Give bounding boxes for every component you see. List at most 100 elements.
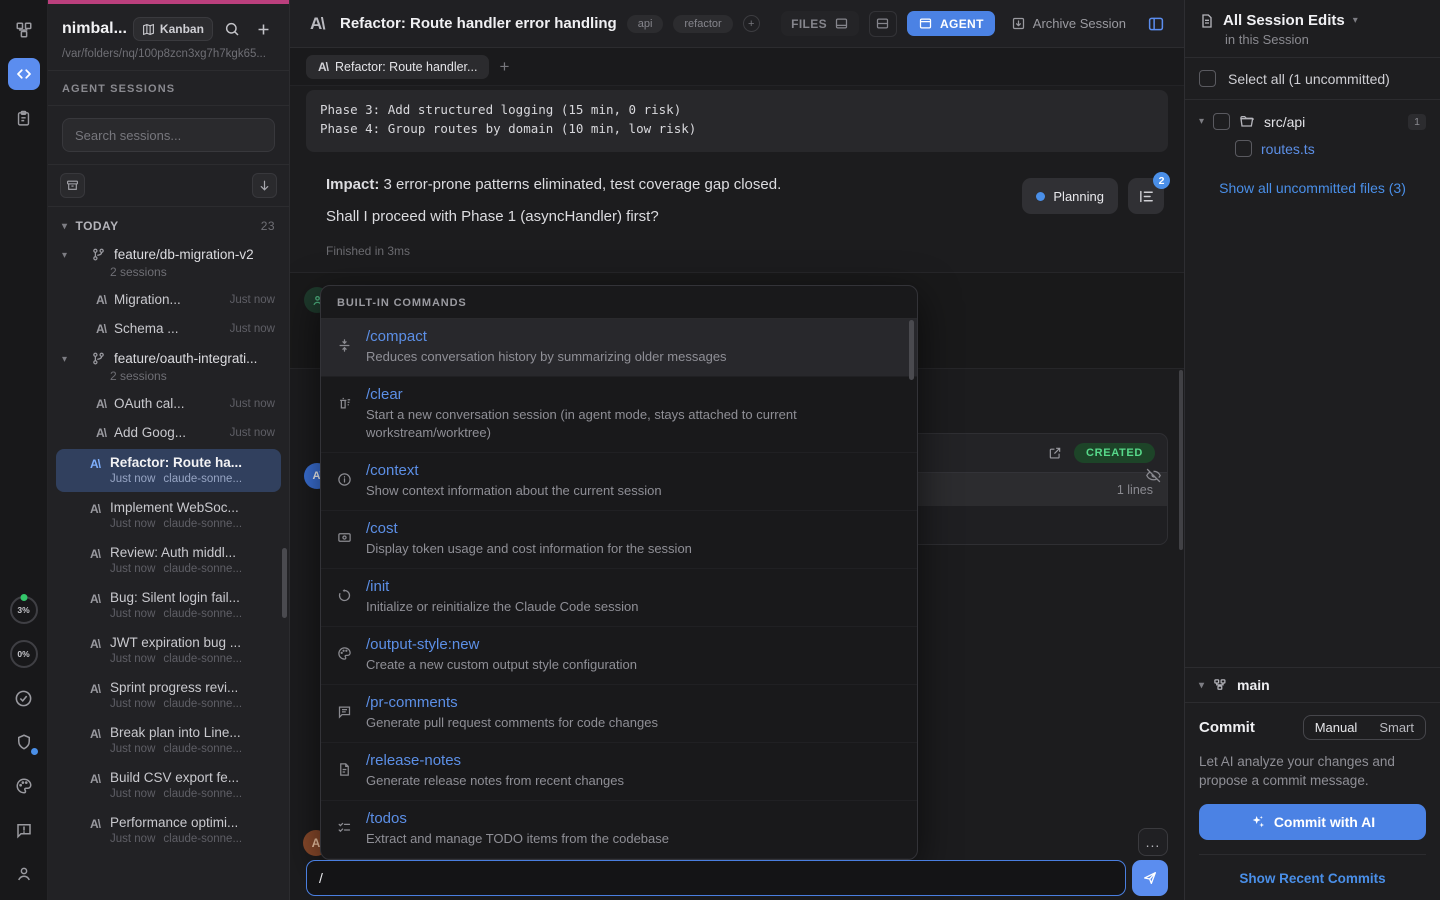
show-all-uncommitted-link[interactable]: Show all uncommitted files (3) <box>1185 162 1440 204</box>
chevron-down-icon: ▾ <box>62 250 67 261</box>
tab-bar: A\ Refactor: Route handler... + <box>290 48 1184 86</box>
clipboard-icon[interactable] <box>8 102 40 134</box>
archive-session-button[interactable]: Archive Session <box>1005 12 1132 35</box>
sort-direction-button[interactable] <box>252 173 277 198</box>
archive-box-icon <box>66 179 79 192</box>
kanban-button[interactable]: Kanban <box>133 17 213 41</box>
branch-group[interactable]: ▾ feature/oauth-integrati... <box>48 343 289 368</box>
add-tag-button[interactable]: + <box>743 15 760 32</box>
mode-manual[interactable]: Manual <box>1304 716 1369 739</box>
hide-output-icon[interactable] <box>1145 467 1162 484</box>
list-outline-icon <box>1138 188 1155 205</box>
document-icon <box>334 752 354 790</box>
tag-api[interactable]: api <box>627 15 664 33</box>
commit-with-ai-button[interactable]: Commit with AI <box>1199 804 1426 840</box>
claude-session-icon: A\ <box>90 502 100 516</box>
session-child-item[interactable]: A\ OAuth cal... Just now <box>48 389 289 418</box>
file-link[interactable]: routes.ts <box>1261 141 1315 157</box>
shield-icon[interactable] <box>8 726 40 758</box>
command-init[interactable]: /initInitialize or reinitialize the Clau… <box>321 569 917 627</box>
command-todos[interactable]: /todosExtract and manage TODO items from… <box>321 801 917 859</box>
branch-session-count: 2 sessions <box>48 264 289 285</box>
code-sessions-icon[interactable] <box>8 58 40 90</box>
command-pr-comments[interactable]: /pr-commentsGenerate pull request commen… <box>321 685 917 743</box>
planning-mode-button[interactable]: Planning <box>1022 178 1118 214</box>
message-input[interactable] <box>306 860 1126 896</box>
session-item[interactable]: A\ JWT expiration bug ... Just nowclaude… <box>56 629 281 672</box>
select-all-row[interactable]: Select all (1 uncommitted) <box>1185 58 1440 100</box>
today-group-header[interactable]: ▾ TODAY 23 <box>48 213 289 239</box>
send-button[interactable] <box>1132 860 1168 896</box>
select-all-checkbox[interactable] <box>1199 70 1216 87</box>
mode-smart[interactable]: Smart <box>1368 716 1425 739</box>
session-item[interactable]: A\ Sprint progress revi... Just nowclaud… <box>56 674 281 717</box>
session-item[interactable]: A\ Build CSV export fe... Just nowclaude… <box>56 764 281 807</box>
plus-icon <box>255 21 272 38</box>
show-recent-commits-link[interactable]: Show Recent Commits <box>1199 854 1426 900</box>
more-options-button[interactable]: ... <box>1138 828 1168 856</box>
account-icon[interactable] <box>8 858 40 890</box>
feedback-icon[interactable] <box>8 814 40 846</box>
workspace-name[interactable]: nimbal... <box>62 20 127 38</box>
checks-icon[interactable] <box>8 682 40 714</box>
file-row[interactable]: routes.ts <box>1195 135 1430 162</box>
folder-row[interactable]: ▾ src/api 1 <box>1195 108 1430 135</box>
claude-session-icon: A\ <box>90 682 100 696</box>
branch-row[interactable]: ▾ main <box>1185 667 1440 703</box>
session-item-active[interactable]: A\ Refactor: Route ha... Just nowclaude-… <box>56 449 281 492</box>
palette-icon <box>334 636 354 674</box>
archive-filter-button[interactable] <box>60 173 85 198</box>
command-output-style-new[interactable]: /output-style:newCreate a new custom out… <box>321 627 917 685</box>
comment-icon <box>334 694 354 732</box>
git-panel: All Session Edits ▾ in this Session Sele… <box>1185 0 1440 900</box>
chat-scrollbar[interactable] <box>1179 370 1183 550</box>
command-context[interactable]: /contextShow context information about t… <box>321 453 917 511</box>
changed-files-tree: ▾ src/api 1 routes.ts <box>1185 100 1440 162</box>
toggle-right-panel-button[interactable] <box>1142 11 1170 37</box>
search-icon-button[interactable] <box>219 16 245 42</box>
search-sessions-input[interactable] <box>62 118 275 152</box>
command-clear[interactable]: /clearStart a new conversation session (… <box>321 377 917 453</box>
open-file-icon[interactable] <box>1048 446 1062 460</box>
theme-palette-icon[interactable] <box>8 770 40 802</box>
command-release-notes[interactable]: /release-notesGenerate release notes fro… <box>321 743 917 801</box>
dropdown-scrollbar[interactable] <box>909 320 914 380</box>
folder-checkbox[interactable] <box>1213 113 1230 130</box>
session-child-item[interactable]: A\ Schema ... Just now <box>48 314 289 343</box>
folder-change-count: 1 <box>1408 114 1426 130</box>
git-branch-icon <box>91 351 106 366</box>
claude-session-icon: A\ <box>90 772 100 786</box>
split-view-button[interactable] <box>869 11 897 37</box>
workflow-icon[interactable] <box>8 14 40 46</box>
claude-session-icon: A\ <box>90 637 100 651</box>
cpu-usage-indicator[interactable]: 3% <box>8 594 40 626</box>
commit-section: Commit Manual Smart Let AI analyze your … <box>1185 703 1440 840</box>
file-checkbox[interactable] <box>1235 140 1252 157</box>
session-item[interactable]: A\ Break plan into Line... Just nowclaud… <box>56 719 281 762</box>
command-cost[interactable]: /costDisplay token usage and cost inform… <box>321 511 917 569</box>
sidebar-scrollbar[interactable] <box>282 548 287 618</box>
files-view-button[interactable]: FILES <box>781 11 859 36</box>
session-item[interactable]: A\ Implement WebSoc... Just nowclaude-so… <box>56 494 281 537</box>
branch-name: feature/db-migration-v2 <box>114 247 254 262</box>
session-item[interactable]: A\ Performance optimi... Just nowclaude-… <box>56 809 281 852</box>
plan-code-block: Phase 3: Add structured logging (15 min,… <box>306 90 1168 152</box>
tag-refactor[interactable]: refactor <box>673 15 732 33</box>
add-tab-button[interactable]: + <box>499 57 509 77</box>
send-icon <box>1142 870 1158 886</box>
session-item[interactable]: A\ Bug: Silent login fail... Just nowcla… <box>56 584 281 627</box>
session-child-item[interactable]: A\ Add Goog... Just now <box>48 418 289 447</box>
mem-usage-indicator[interactable]: 0% <box>8 638 40 670</box>
new-session-button[interactable] <box>251 16 277 42</box>
session-child-item[interactable]: A\ Migration... Just now <box>48 285 289 314</box>
command-compact[interactable]: /compactReduces conversation history by … <box>321 319 917 377</box>
branch-group[interactable]: ▾ feature/db-migration-v2 <box>48 239 289 264</box>
agent-view-button[interactable]: AGENT <box>907 11 995 36</box>
kanban-icon <box>142 23 155 36</box>
tab-active-session[interactable]: A\ Refactor: Route handler... <box>306 55 489 79</box>
edits-scope-label: in this Session <box>1225 32 1426 47</box>
outline-toggle-button[interactable]: 2 <box>1128 178 1164 214</box>
files-panel-icon <box>834 16 849 31</box>
session-item[interactable]: A\ Review: Auth middl... Just nowclaude-… <box>56 539 281 582</box>
session-edits-selector[interactable]: All Session Edits ▾ <box>1199 12 1426 29</box>
